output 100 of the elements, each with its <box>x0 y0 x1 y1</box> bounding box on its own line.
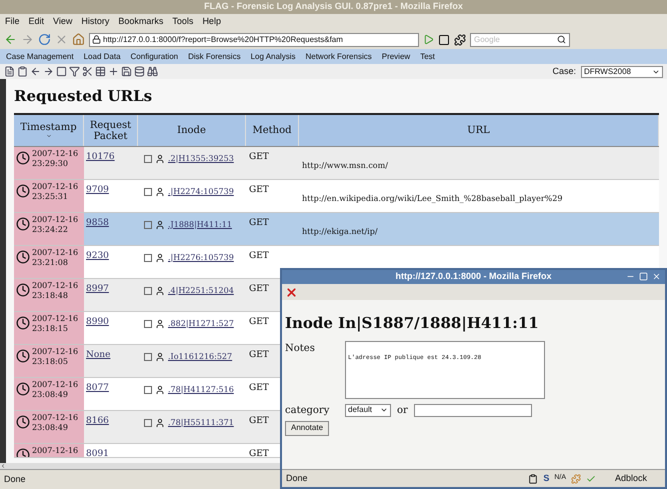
method-text: GET <box>249 449 269 457</box>
database-icon[interactable] <box>134 66 145 77</box>
clipboard-icon[interactable] <box>528 474 538 484</box>
person-icon <box>155 352 165 362</box>
column-header[interactable]: Request Packet <box>84 115 138 146</box>
status-item[interactable]: S <box>543 472 550 486</box>
checkbox[interactable] <box>144 353 152 361</box>
packet-link[interactable]: 8091 <box>86 449 109 457</box>
packet-link[interactable]: None <box>86 350 110 361</box>
menu-item[interactable]: View <box>53 15 72 29</box>
status-text: Done <box>4 472 26 486</box>
column-header[interactable]: Timestamp <box>14 115 84 146</box>
packet-link[interactable]: 9709 <box>86 185 109 196</box>
packet-link[interactable]: 8997 <box>86 284 109 295</box>
or-text: or <box>397 404 408 418</box>
packet-link[interactable]: 8990 <box>86 317 109 328</box>
table-icon[interactable] <box>95 66 106 77</box>
packet-link[interactable]: 10176 <box>86 152 115 163</box>
clock-icon <box>16 151 30 165</box>
menu-item[interactable]: Edit <box>28 15 44 29</box>
checkbox[interactable] <box>144 188 152 196</box>
inode-link[interactable]: .78|H55111:371 <box>168 417 234 429</box>
sort-icon <box>46 133 52 139</box>
column-header[interactable]: URL <box>299 115 659 146</box>
person-icon <box>155 187 165 197</box>
url-text: http://www.msn.com/ <box>302 161 388 170</box>
check-icon[interactable] <box>586 474 596 484</box>
app-menu-item[interactable]: Test <box>420 50 435 62</box>
left-arrow-icon[interactable] <box>30 66 41 77</box>
search-icon[interactable] <box>557 35 566 44</box>
checkbox[interactable] <box>144 386 152 394</box>
inode-link[interactable]: .4|H2251:51204 <box>168 285 234 297</box>
menu-item[interactable]: Bookmarks <box>118 15 164 29</box>
app-menu-item[interactable]: Log Analysis <box>250 50 296 62</box>
menu-item[interactable]: Help <box>202 15 221 29</box>
checkbox[interactable] <box>144 155 152 163</box>
menu-item[interactable]: History <box>81 15 110 29</box>
right-arrow-icon[interactable] <box>43 66 54 77</box>
scroll-left-icon[interactable] <box>0 463 6 469</box>
inode-link[interactable]: .|H2274:105739 <box>168 186 234 198</box>
inode-link[interactable]: .J1888|H411:11 <box>168 219 232 231</box>
packet-link[interactable]: 8077 <box>86 383 109 394</box>
packet-link[interactable]: 9230 <box>86 251 109 262</box>
method-text: GET <box>249 218 269 229</box>
puzzle-icon[interactable] <box>454 34 466 46</box>
menu-item[interactable]: Tools <box>172 15 194 29</box>
packet-link[interactable]: 9858 <box>86 218 109 229</box>
timestamp-text: 2007-12-16 23:25:31 <box>32 182 78 202</box>
case-dropdown[interactable]: DFRWS2008 <box>581 66 663 78</box>
inode-link[interactable]: .Io1161216:527 <box>168 351 232 363</box>
popup-heading: Inode In|S1887/1888|H411:11 <box>285 313 540 334</box>
menu-item[interactable]: File <box>5 15 20 29</box>
app-menu-item[interactable]: Disk Forensics <box>188 50 241 62</box>
scissors-icon[interactable] <box>82 66 93 77</box>
close-icon[interactable] <box>652 272 661 281</box>
column-header[interactable]: Inode <box>138 115 246 146</box>
checkbox[interactable] <box>144 221 152 229</box>
binoculars-icon[interactable] <box>147 66 158 77</box>
timestamp-text: 2007-12-16 23:21:08 <box>32 248 78 268</box>
app-menu-item[interactable]: Configuration <box>130 50 178 62</box>
person-icon <box>155 253 165 263</box>
inode-link[interactable]: .2|H1355:39253 <box>168 153 234 165</box>
close-icon[interactable] <box>285 286 298 298</box>
clock-icon <box>16 415 30 429</box>
home-icon[interactable] <box>72 33 85 46</box>
plus-icon[interactable] <box>108 66 119 77</box>
clipboard-icon[interactable] <box>17 66 28 77</box>
clock-icon <box>16 184 30 198</box>
square-icon[interactable] <box>56 66 67 77</box>
go-icon[interactable] <box>423 34 434 45</box>
app-menu-item[interactable]: Network Forensics <box>305 50 372 62</box>
app-menu-item[interactable]: Case Management <box>6 50 74 62</box>
category-dropdown[interactable]: default <box>345 404 391 416</box>
document-icon[interactable] <box>4 66 15 77</box>
inode-link[interactable]: .|H2276:105739 <box>168 252 234 264</box>
person-icon <box>155 220 165 230</box>
method-text: GET <box>249 317 269 328</box>
reload-icon[interactable] <box>38 33 51 46</box>
address-field[interactable]: http://127.0.0.1:8000/f?report=Browse%20HTTP%20Requests&fam <box>89 32 419 46</box>
back-icon[interactable] <box>4 33 17 46</box>
app-menu-item[interactable]: Preview <box>382 50 410 62</box>
inode-link[interactable]: .882|H1271:527 <box>168 318 234 330</box>
method-text: GET <box>249 185 269 196</box>
column-header[interactable]: Method <box>246 115 299 146</box>
maximize-icon[interactable] <box>639 272 648 281</box>
inode-link[interactable]: .78|H41127:516 <box>168 384 234 396</box>
app-menu-item[interactable]: Load Data <box>84 50 121 62</box>
filter-icon[interactable] <box>69 66 80 77</box>
timestamp-text: 2007-12-16 23:18:15 <box>32 314 78 334</box>
timestamp-text: 2007-12-16 23:08:49 <box>32 380 78 400</box>
status-item[interactable]: Adblock <box>601 472 661 486</box>
save-icon[interactable] <box>121 66 132 77</box>
checkbox[interactable] <box>144 419 152 427</box>
checkbox[interactable] <box>144 287 152 295</box>
category-input[interactable] <box>414 404 532 416</box>
packet-link[interactable]: 8166 <box>86 416 109 427</box>
checkbox[interactable] <box>144 254 152 262</box>
checkbox[interactable] <box>144 320 152 328</box>
timestamp-text: 2007-12-16 23:18:05 <box>32 347 78 367</box>
annotate-button[interactable]: Annotate <box>285 420 330 436</box>
